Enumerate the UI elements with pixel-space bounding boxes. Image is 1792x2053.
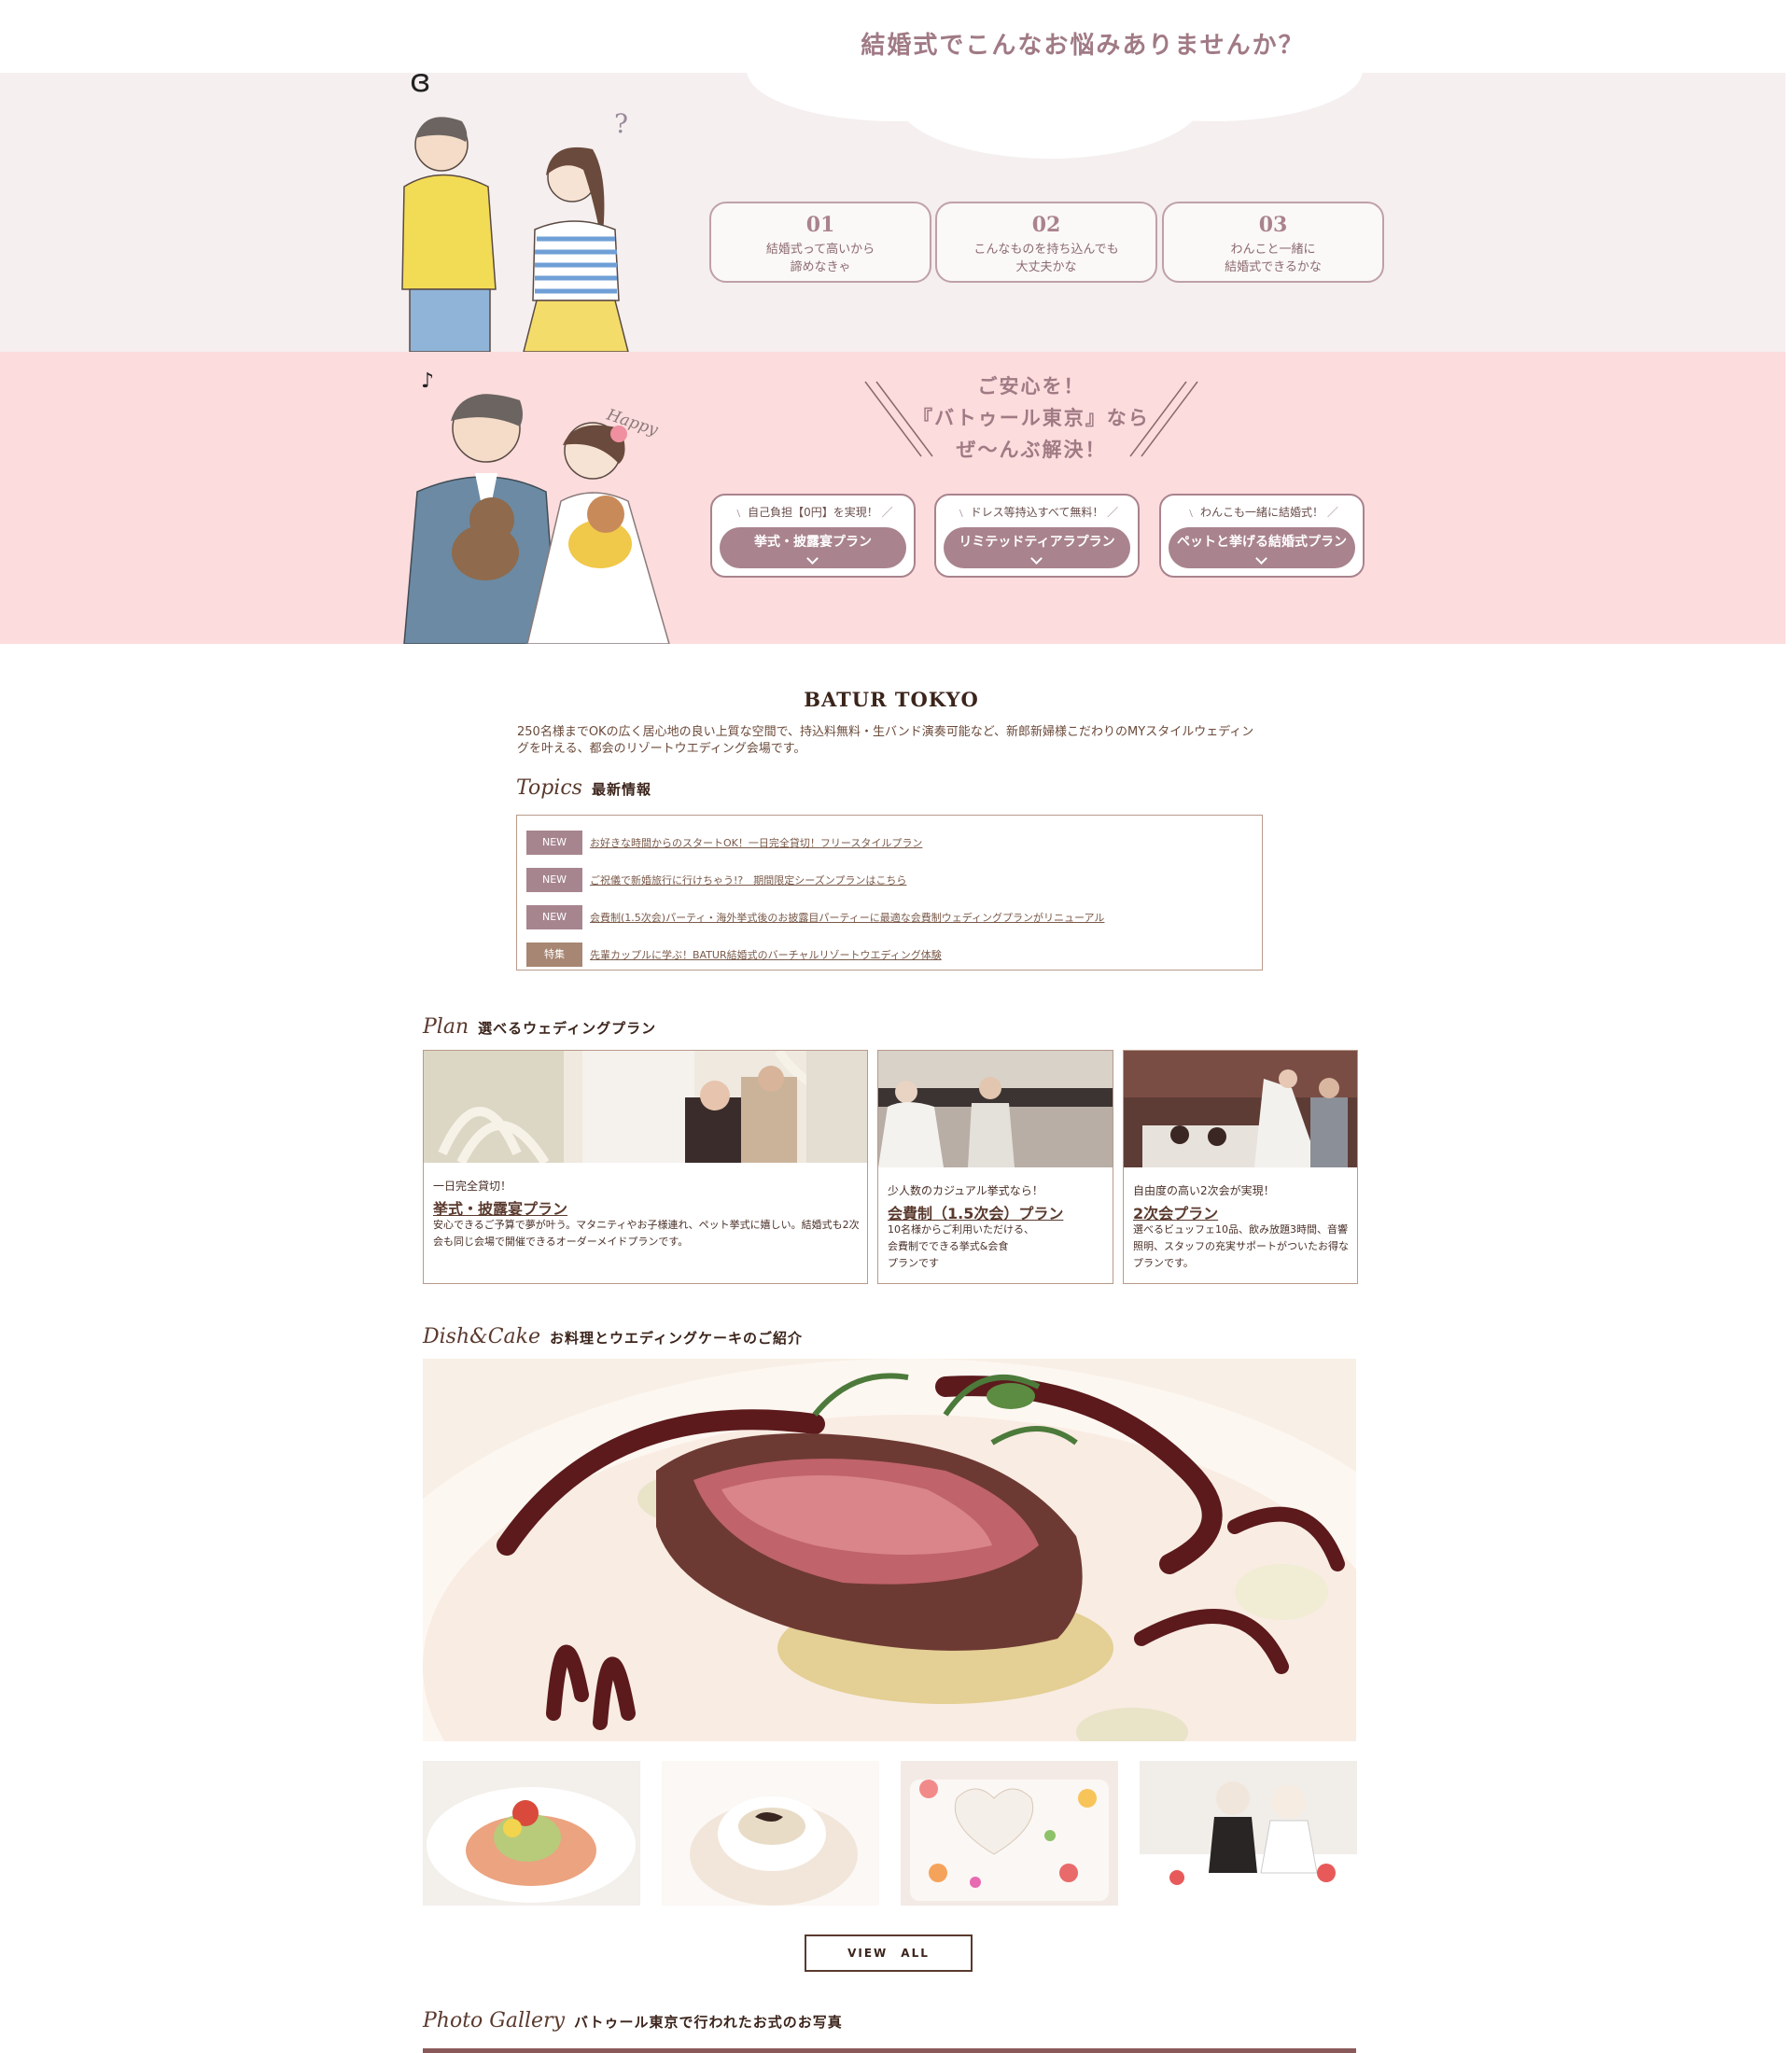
plan-description: 10名様からご利用いただける、 会費制でできる挙式&会食 プランです xyxy=(888,1223,1034,1269)
plan-card-limited-tiara[interactable]: ドレス等持込すべて無料！ リミテッドティアラプラン xyxy=(934,494,1140,578)
topic-item[interactable]: NEW 会費制(1.5次会)パーティ・海外挙式後のお披露目パーティーに最適な会費… xyxy=(517,899,1262,936)
beef-dish-image xyxy=(423,1359,1356,1741)
plan-caption: 自己負担【0円】を実現！ xyxy=(712,504,914,520)
chevron-down-icon xyxy=(1030,552,1043,565)
plan-button-label: リミテッドティアラプラン xyxy=(959,535,1115,550)
dish-script-title: Dish&Cake xyxy=(423,1325,541,1348)
worries-section: 結婚式でこんなお悩みありませんか？ ɞ ? 01 結婚式って高いから 諦めなきゃ… xyxy=(0,0,1792,352)
worry-card-03: 03 わんこと一緒に 結婚式できるかな xyxy=(1162,202,1384,283)
ceremony-plan-button[interactable]: 挙式・披露宴プラン xyxy=(720,527,906,568)
topic-link[interactable]: 会費制(1.5次会)パーティ・海外挙式後のお披露目パーティーに最適な会費制ウェデ… xyxy=(590,910,1104,925)
cake-topper-image xyxy=(1140,1761,1357,1906)
dish-thumbnail-salad[interactable] xyxy=(423,1761,640,1906)
topic-link[interactable]: ご祝儀で新婚旅行に行けちゃう!? 期間限定シーズンプランはこちら xyxy=(590,873,906,887)
view-all-button[interactable]: VIEW ALL xyxy=(805,1934,973,1972)
topics-script-title: Topics xyxy=(516,776,582,800)
happy-couple-illustration: ♪ Happy xyxy=(403,370,670,644)
salad-image xyxy=(423,1761,640,1906)
topic-item[interactable]: NEW ご祝儀で新婚旅行に行けちゃう!? 期間限定シーズンプランはこちら xyxy=(517,861,1262,899)
plan-card-ceremony[interactable]: 自己負担【0円】を実現！ 挙式・披露宴プラン xyxy=(710,494,916,578)
plan-subtitle: 自由度の高い2次会が実現！ xyxy=(1133,1184,1275,1197)
second-party-photo xyxy=(1124,1051,1357,1167)
plan-description: 選べるビュッフェ10品、飲み放題3時間、音響 照明、スタッフの充実サポートがつい… xyxy=(1133,1223,1349,1269)
chevron-down-icon xyxy=(1255,552,1267,565)
venue-description: 250名様までOKの広く居心地の良い上質な空間で、持込料無料・生バンド演奏可能な… xyxy=(517,725,1254,756)
dish-thumbnail-cake-topper[interactable] xyxy=(1140,1761,1357,1906)
topic-item[interactable]: 特集 先輩カップルに学ぶ！BATUR結婚式のバーチャルリゾートウエディング体験 xyxy=(517,936,1262,973)
plan-subtitle: 少人数のカジュアル挙式なら！ xyxy=(888,1184,1043,1197)
worry-text: わんこと一緒に 結婚式できるかな xyxy=(1225,243,1322,274)
topics-list: NEW お好きな時間からのスタートOK！一日完全貸切！フリースタイルプラン NE… xyxy=(516,815,1263,971)
chevron-down-icon xyxy=(806,552,819,565)
topics-header: Topics 最新情報 xyxy=(516,776,651,800)
pet-wedding-plan-button[interactable]: ペットと挙げる結婚式プラン xyxy=(1169,527,1355,568)
worry-card-02: 02 こんなものを持ち込んでも 大丈夫かな xyxy=(935,202,1157,283)
dish-header: Dish&Cake お料理とウエディングケーキのご紹介 xyxy=(423,1325,803,1348)
topic-link[interactable]: 先輩カップルに学ぶ！BATUR結婚式のバーチャルリゾートウエディング体験 xyxy=(590,947,942,962)
plan-item-second-party[interactable]: 自由度の高い2次会が実現！ 2次会プラン 選べるビュッフェ10品、飲み放題3時間… xyxy=(1123,1050,1358,1284)
gallery-label: バトゥール東京で行われたお式のお写真 xyxy=(574,2014,843,2031)
main-dish-photo xyxy=(423,1359,1356,1741)
solution-section: ♪ Happy ご安心を！ 『バトゥール東京』なら ぜ〜んぶ解決！ 自己負担【0… xyxy=(0,352,1785,644)
topic-link[interactable]: お好きな時間からのスタートOK！一日完全貸切！フリースタイルプラン xyxy=(590,835,922,850)
worry-number: 01 xyxy=(805,213,835,237)
dish-thumbnail-dessert[interactable] xyxy=(662,1761,879,1906)
worry-number: 03 xyxy=(1258,213,1288,237)
new-badge: NEW xyxy=(526,868,582,892)
gallery-header: Photo Gallery バトゥール東京で行われたお式のお写真 xyxy=(423,2009,843,2032)
plan-item-ceremony[interactable]: 一日完全貸切！ 挙式・披露宴プラン 安心できるご予算で夢が叶う。マタニティやお子… xyxy=(423,1050,868,1284)
solution-title: ご安心を！ 『バトゥール東京』なら ぜ〜んぶ解決！ xyxy=(913,375,1150,461)
topic-item[interactable]: NEW お好きな時間からのスタートOK！一日完全貸切！フリースタイルプラン xyxy=(517,824,1262,861)
worries-title: 結婚式でこんなお悩みありませんか？ xyxy=(861,32,1305,60)
plans-header: Plan 選べるウェディングプラン xyxy=(423,1015,656,1039)
venue-title: BATUR TOKYO xyxy=(804,688,979,711)
worry-card-01: 01 結婚式って高いから 諦めなきゃ xyxy=(709,202,931,283)
worry-text: こんなものを持ち込んでも 大丈夫かな xyxy=(973,243,1119,274)
plan-subtitle: 一日完全貸切！ xyxy=(433,1180,512,1193)
plan-item-membership-fee[interactable]: 少人数のカジュアル挙式なら！ 会費制（1.5次会）プラン 10名様からご利用いた… xyxy=(877,1050,1113,1284)
plan-card-pet-wedding[interactable]: わんこも一緒に結婚式！ ペットと挙げる結婚式プラン xyxy=(1159,494,1365,578)
ceremony-photo xyxy=(424,1051,867,1163)
plan-button-label: 挙式・披露宴プラン xyxy=(754,535,872,550)
svg-text:ɞ: ɞ xyxy=(410,63,431,100)
music-note: ♪ xyxy=(421,370,434,393)
worry-number: 02 xyxy=(1031,213,1061,237)
plan-name-link[interactable]: 挙式・披露宴プラン xyxy=(433,1196,567,1219)
dish-label: お料理とウエディングケーキのご紹介 xyxy=(550,1330,803,1347)
plan-button-label: ペットと挙げる結婚式プラン xyxy=(1177,535,1347,550)
plan-caption: ドレス等持込すべて無料！ xyxy=(936,504,1138,520)
topics-label: 最新情報 xyxy=(591,781,651,798)
gallery-strip xyxy=(423,2048,1356,2053)
dessert-image xyxy=(662,1761,879,1906)
worried-couple-illustration: ɞ ? xyxy=(401,63,629,352)
plans-script-title: Plan xyxy=(423,1015,469,1039)
membership-fee-photo xyxy=(878,1051,1113,1167)
feature-badge: 特集 xyxy=(526,943,582,967)
wedding-cake-image xyxy=(901,1761,1118,1906)
new-badge: NEW xyxy=(526,905,582,929)
worry-text: 結婚式って高いから 諦めなきゃ xyxy=(765,243,875,274)
dish-thumbnail-wedding-cake[interactable] xyxy=(901,1761,1118,1906)
question-mark: ? xyxy=(614,108,628,139)
plan-description: 安心できるご予算で夢が叶う。マタニティやお子様連れ、ペット挙式に嬉しい。結婚式も… xyxy=(433,1219,860,1248)
limited-tiara-plan-button[interactable]: リミテッドティアラプラン xyxy=(944,527,1130,568)
plan-caption: わんこも一緒に結婚式！ xyxy=(1161,504,1363,520)
plan-name-link[interactable]: 会費制（1.5次会）プラン xyxy=(888,1201,1063,1223)
new-badge: NEW xyxy=(526,831,582,855)
plans-label: 選べるウェディングプラン xyxy=(478,1020,657,1037)
gallery-script-title: Photo Gallery xyxy=(423,2009,566,2032)
plan-name-link[interactable]: 2次会プラン xyxy=(1133,1201,1218,1223)
